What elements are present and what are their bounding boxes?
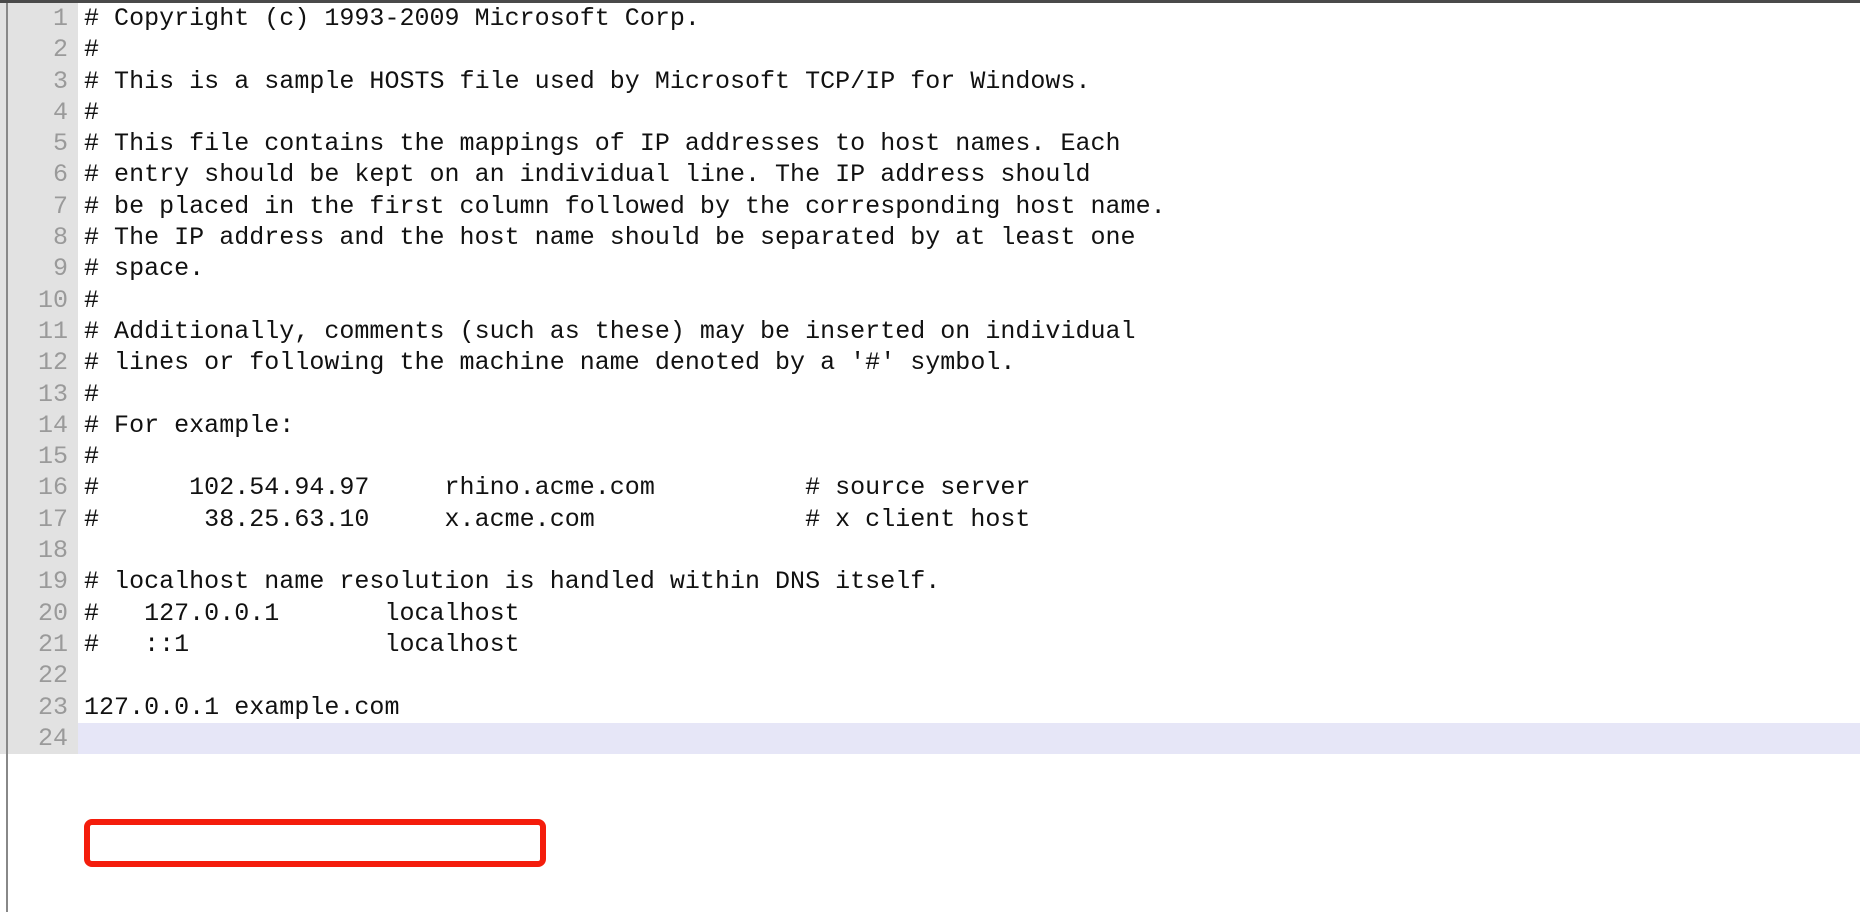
line-highlight	[78, 535, 1860, 566]
code-line[interactable]: 11 # Additionally, comments (such as thes…	[0, 315, 1860, 348]
line-text[interactable]: # This is a sample HOSTS file used by Mi…	[84, 66, 1091, 97]
code-line[interactable]: 23 127.0.0.1 example.com	[0, 691, 1860, 723]
line-number[interactable]: 7	[0, 190, 78, 223]
line-text[interactable]: # For example:	[84, 410, 294, 441]
code-line[interactable]: 22	[0, 660, 1860, 692]
line-text[interactable]: # 127.0.0.1 localhost	[84, 598, 520, 629]
line-number[interactable]: 15	[0, 441, 78, 473]
code-line[interactable]: 7 # be placed in the first column followe…	[0, 190, 1860, 223]
line-number[interactable]: 18	[0, 535, 78, 567]
code-lines-container[interactable]: 1 # Copyright (c) 1993-2009 Microsoft Cor…	[0, 3, 1860, 912]
code-line[interactable]: 12 # lines or following the machine name …	[0, 347, 1860, 379]
line-text[interactable]: #	[84, 34, 99, 65]
line-text[interactable]: # 38.25.63.10 x.acme.com # x client host	[84, 504, 1030, 535]
line-text[interactable]: # entry should be kept on an individual …	[84, 159, 1091, 190]
line-text[interactable]: # ::1 localhost	[84, 629, 520, 660]
line-highlight	[78, 285, 1860, 316]
line-text[interactable]: # Copyright (c) 1993-2009 Microsoft Corp…	[84, 3, 700, 34]
line-text[interactable]: # localhost name resolution is handled w…	[84, 566, 940, 597]
line-number[interactable]: 6	[0, 159, 78, 191]
code-line[interactable]: 21 # ::1 localhost	[0, 628, 1860, 661]
code-line[interactable]: 4 #	[0, 96, 1860, 129]
line-number[interactable]: 8	[0, 222, 78, 254]
line-text[interactable]: #	[84, 379, 99, 410]
line-text[interactable]: # The IP address and the host name shoul…	[84, 222, 1136, 253]
line-text[interactable]: #	[84, 441, 99, 472]
line-highlight	[78, 97, 1860, 128]
line-text[interactable]: # space.	[84, 253, 204, 284]
line-highlight	[78, 379, 1860, 410]
line-number[interactable]: 23	[0, 691, 78, 723]
code-line[interactable]: 18	[0, 535, 1860, 567]
line-number[interactable]: 11	[0, 315, 78, 348]
code-line[interactable]: 24	[0, 722, 1860, 755]
line-number[interactable]: 14	[0, 409, 78, 442]
code-line[interactable]: 2 #	[0, 34, 1860, 66]
line-text[interactable]: # lines or following the machine name de…	[84, 347, 1015, 378]
line-text[interactable]: # 102.54.94.97 rhino.acme.com # source s…	[84, 472, 1030, 503]
line-number[interactable]: 9	[0, 253, 78, 285]
line-highlight	[78, 441, 1860, 472]
line-text[interactable]: # be placed in the first column followed…	[84, 191, 1166, 222]
line-number[interactable]: 1	[0, 3, 78, 35]
line-highlight	[78, 722, 1860, 755]
line-highlight	[78, 660, 1860, 691]
line-number[interactable]: 4	[0, 96, 78, 129]
code-line[interactable]: 20 # 127.0.0.1 localhost	[0, 597, 1860, 629]
line-text[interactable]: #	[84, 97, 99, 128]
line-text[interactable]: # Additionally, comments (such as these)…	[84, 316, 1136, 347]
line-number[interactable]: 17	[0, 503, 78, 536]
line-number[interactable]: 3	[0, 65, 78, 97]
code-line[interactable]: 19 # localhost name resolution is handled…	[0, 566, 1860, 598]
code-line[interactable]: 8 # The IP address and the host name shou…	[0, 222, 1860, 254]
line-text[interactable]: #	[84, 285, 99, 316]
line-number[interactable]: 2	[0, 34, 78, 66]
line-number[interactable]: 13	[0, 378, 78, 410]
code-editor-pane[interactable]: 1 # Copyright (c) 1993-2009 Microsoft Cor…	[0, 0, 1860, 912]
code-line[interactable]: 13 #	[0, 378, 1860, 410]
line-text[interactable]: 127.0.0.1 example.com	[84, 692, 399, 723]
line-number[interactable]: 5	[0, 128, 78, 160]
code-line[interactable]: 17 # 38.25.63.10 x.acme.com # x client ho…	[0, 503, 1860, 536]
code-line[interactable]: 6 # entry should be kept on an individual…	[0, 159, 1860, 191]
line-number[interactable]: 19	[0, 566, 78, 598]
code-line[interactable]: 16 # 102.54.94.97 rhino.acme.com # source…	[0, 472, 1860, 504]
code-line[interactable]: 14 # For example:	[0, 409, 1860, 442]
line-highlight	[78, 34, 1860, 65]
line-number[interactable]: 22	[0, 660, 78, 692]
code-line[interactable]: 5 # This file contains the mappings of IP…	[0, 128, 1860, 160]
code-line[interactable]: 3 # This is a sample HOSTS file used by M…	[0, 65, 1860, 97]
code-line[interactable]: 9 # space.	[0, 253, 1860, 285]
code-line[interactable]: 1 # Copyright (c) 1993-2009 Microsoft Cor…	[0, 3, 1860, 35]
line-highlight	[78, 253, 1860, 284]
line-number[interactable]: 10	[0, 284, 78, 316]
line-text[interactable]: # This file contains the mappings of IP …	[84, 128, 1121, 159]
code-line[interactable]: 15 #	[0, 441, 1860, 473]
code-line[interactable]: 10 #	[0, 284, 1860, 316]
line-number[interactable]: 21	[0, 628, 78, 661]
line-number[interactable]: 24	[0, 722, 78, 755]
line-highlight	[78, 410, 1860, 441]
line-number[interactable]: 16	[0, 472, 78, 504]
gutter-left-rule	[6, 3, 8, 912]
line-number[interactable]: 12	[0, 347, 78, 379]
line-number[interactable]: 20	[0, 597, 78, 629]
